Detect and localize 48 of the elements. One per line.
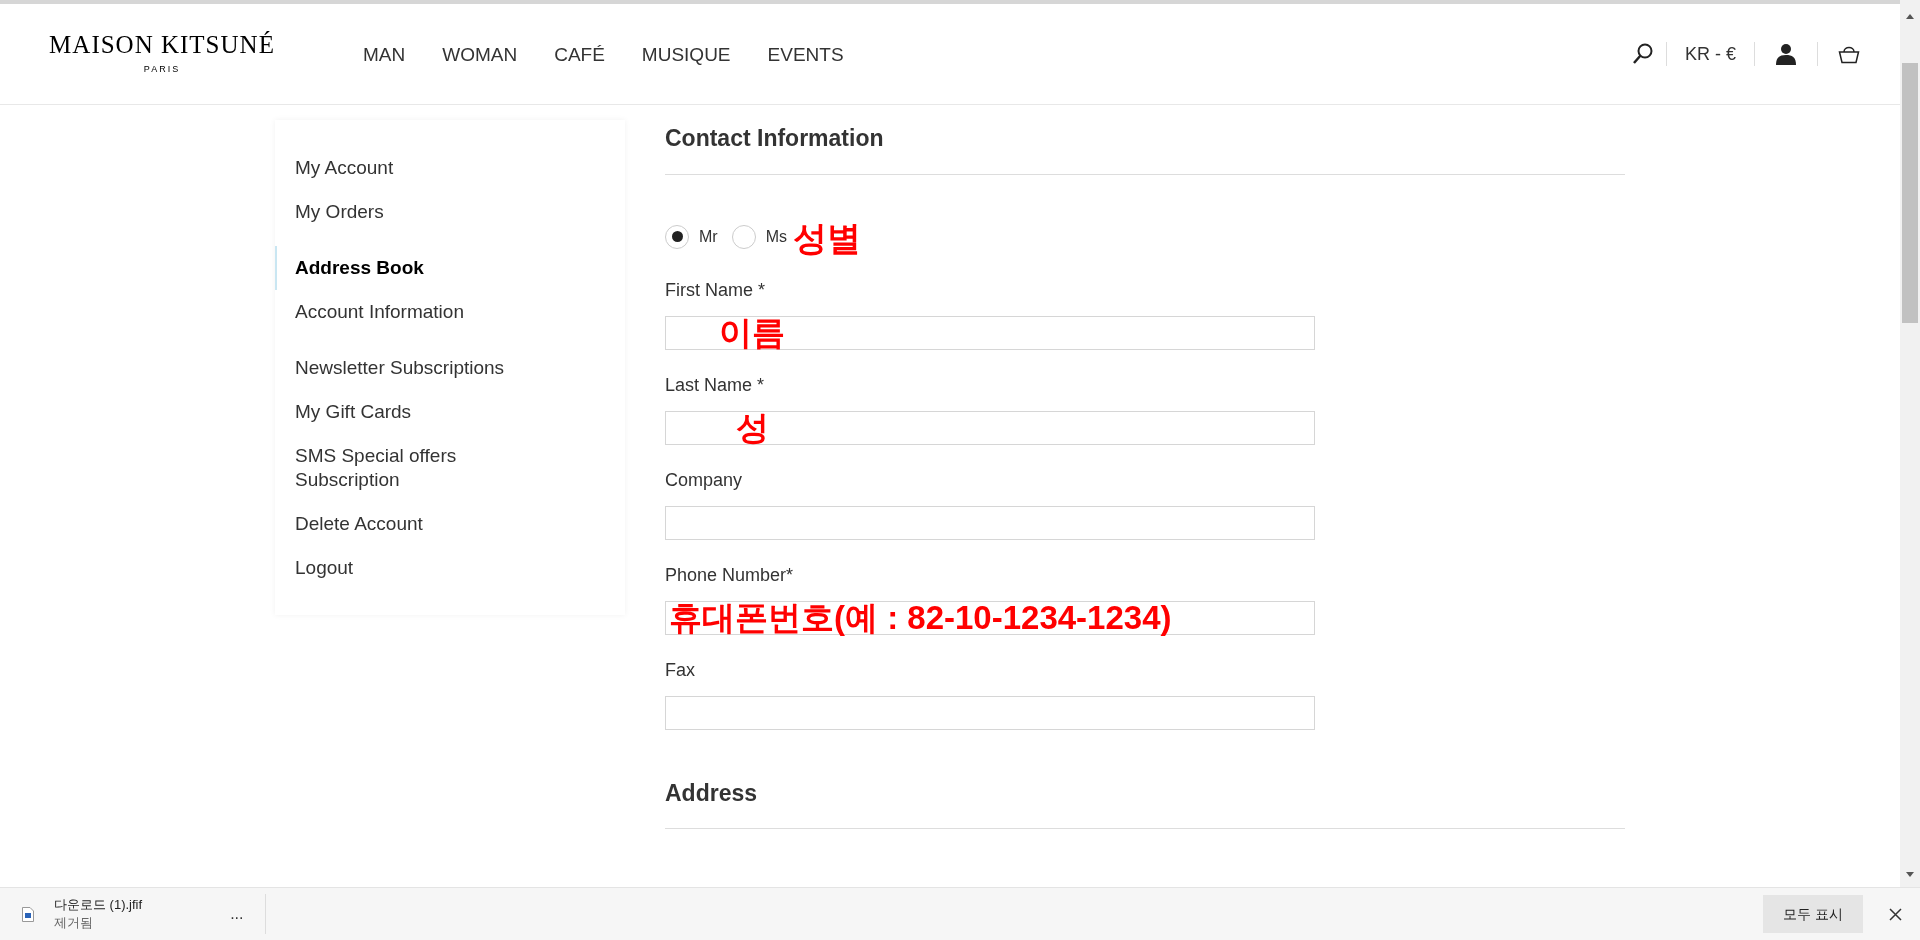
close-icon[interactable] — [1889, 907, 1902, 921]
more-options-button[interactable]: ... — [230, 902, 244, 926]
annotation-text: 성 — [736, 411, 769, 444]
annotation-text: 휴대폰번호(예 : 82-10-1234-1234) — [669, 601, 1172, 634]
nav-link[interactable]: WOMAN — [442, 40, 518, 70]
section-title: Contact Information — [665, 121, 1625, 175]
sidebar-link[interactable]: Newsletter Subscriptions — [275, 346, 625, 390]
annotation-text: 이름 — [719, 316, 785, 349]
field-label: Last Name * — [665, 373, 766, 397]
input-field[interactable] — [665, 695, 1315, 730]
input-field[interactable] — [665, 505, 1315, 540]
field-label: First Name * — [665, 278, 766, 302]
section-title: Address — [665, 775, 1625, 829]
download-status: 제거됨 — [54, 914, 94, 932]
field-label: Company — [665, 468, 744, 492]
input-field[interactable]: 휴대폰번호(예 : 82-10-1234-1234) — [665, 600, 1315, 635]
currency-selector[interactable]: KR - € — [1685, 40, 1736, 68]
input-field[interactable]: 성 — [665, 410, 1315, 445]
scrollbar-thumb[interactable] — [1902, 63, 1918, 323]
download-filename[interactable]: 다운로드 (1).jfif — [54, 896, 143, 914]
search-icon[interactable] — [1632, 42, 1654, 66]
nav-link[interactable]: CAFÉ — [554, 40, 605, 70]
input-field[interactable]: 이름 — [665, 315, 1315, 350]
scrollbar[interactable] — [1900, 0, 1920, 887]
sidebar-link[interactable]: Logout — [275, 546, 625, 590]
scroll-up-icon[interactable] — [1906, 14, 1914, 19]
user-icon[interactable] — [1775, 43, 1797, 65]
sidebar-link[interactable]: SMS Special offers Subscription — [275, 434, 625, 502]
field-label: Fax — [665, 658, 696, 682]
sidebar-link[interactable]: Account Information — [275, 290, 625, 334]
sidebar-link[interactable]: My Gift Cards — [275, 390, 625, 434]
show-all-button[interactable]: 모두 표시 — [1763, 895, 1863, 933]
sidebar-link[interactable]: My Orders — [275, 190, 625, 234]
brand-logo[interactable]: MAISON KITSUNÉ — [49, 31, 275, 57]
file-icon — [22, 906, 34, 922]
shopping-basket-icon[interactable] — [1838, 44, 1860, 64]
field-label: Phone Number* — [665, 563, 795, 587]
brand-subtitle: PARIS — [143, 62, 181, 76]
nav-link[interactable]: MUSIQUE — [641, 40, 731, 70]
sidebar-link[interactable]: My Account — [275, 146, 625, 190]
gender-radio[interactable]: Ms — [731, 224, 787, 249]
sidebar-link[interactable]: Delete Account — [275, 502, 625, 546]
gender-radio[interactable]: Mr — [665, 224, 718, 249]
annotation-text: 성별 — [793, 218, 861, 259]
nav-link[interactable]: EVENTS — [767, 40, 844, 70]
nav-link[interactable]: MAN — [363, 40, 406, 70]
sidebar-link[interactable]: Address Book — [275, 246, 625, 290]
scroll-down-icon[interactable] — [1906, 872, 1914, 877]
